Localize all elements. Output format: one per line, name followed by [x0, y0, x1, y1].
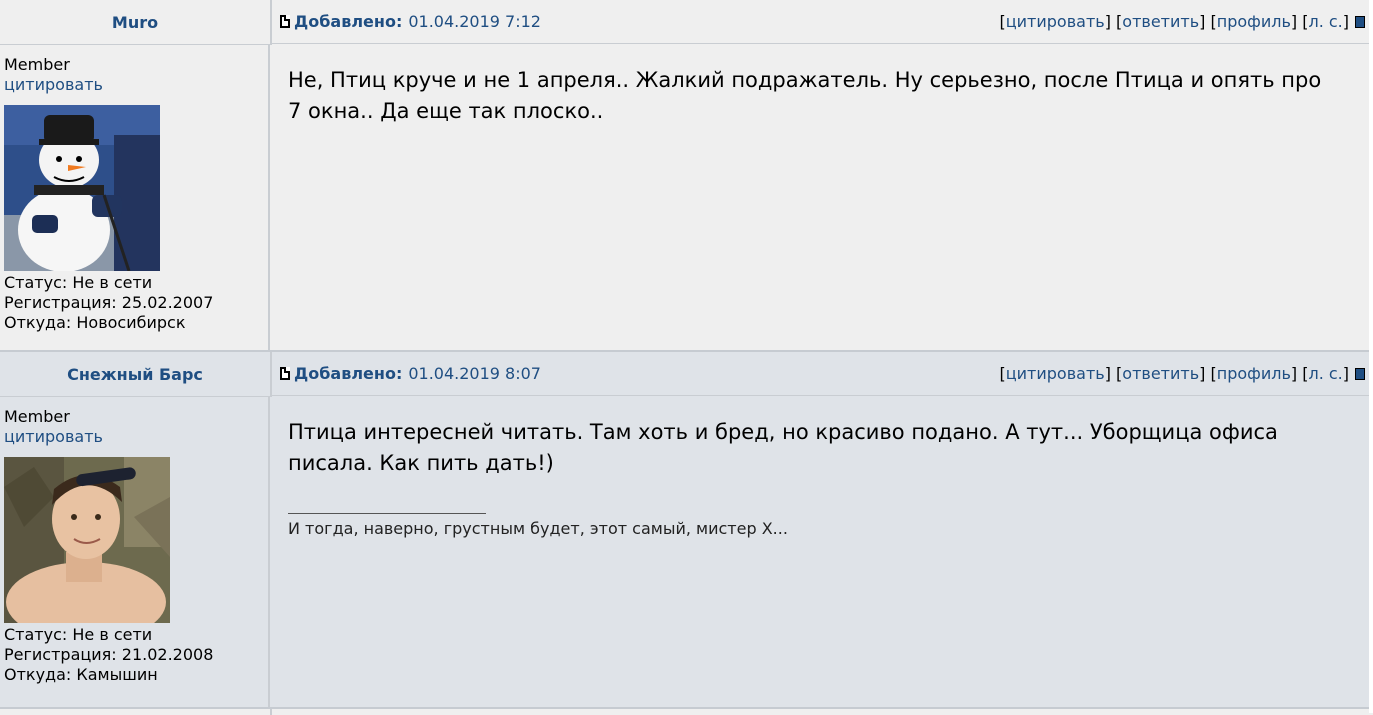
post-date: 01.04.2019 8:07 — [408, 364, 541, 383]
snowman-hockey-avatar — [4, 105, 160, 271]
post-content: Не, Птиц круче и не 1 апреля.. Жалкий по… — [272, 45, 1373, 350]
post-document-icon[interactable] — [280, 15, 290, 28]
profile-button[interactable]: профиль — [1217, 364, 1291, 383]
post-anchor-icon[interactable] — [1355, 15, 1365, 28]
author-info: Member цитировать Статус: Не в сети Реги… — [0, 45, 270, 350]
signature-divider — [288, 501, 486, 514]
author-quote-link[interactable]: цитировать — [4, 75, 264, 95]
post-document-icon[interactable] — [280, 367, 290, 380]
private-message-button[interactable]: л. с. — [1308, 12, 1342, 31]
added-label: Добавлено: — [294, 364, 403, 383]
author-status: Статус: Не в сети — [4, 273, 153, 292]
author-quote-link[interactable]: цитировать — [4, 427, 264, 447]
post-header: Добавлено: 01.04.2019 7:12 [цитировать] … — [272, 0, 1373, 44]
post-anchor-icon[interactable] — [1355, 367, 1365, 380]
author-registration: Регистрация: 25.02.2007 — [4, 293, 214, 312]
added-label: Добавлено: — [294, 12, 403, 31]
author-name[interactable]: Muro — [0, 0, 272, 45]
quote-button[interactable]: цитировать — [1006, 364, 1105, 383]
author-name[interactable]: Снежный Барс — [0, 352, 272, 397]
post-date: 01.04.2019 7:12 — [408, 12, 541, 31]
author-info: Member цитировать Статус: Не в сети Реги… — [0, 397, 270, 707]
author-status: Статус: Не в сети — [4, 625, 153, 644]
forum-post: Снежный Барс Добавлено: 01.04.2019 8:07 … — [0, 350, 1373, 707]
author-rank: Member — [4, 55, 70, 74]
post-text-line: Не, Птиц круче и не 1 апреля.. Жалкий по… — [288, 68, 1322, 92]
author-rank: Member — [4, 407, 70, 426]
post-content: Птица интересней читать. Там хоть и бред… — [272, 397, 1373, 707]
reply-button[interactable]: ответить — [1122, 12, 1199, 31]
private-message-button[interactable]: л. с. — [1308, 364, 1342, 383]
post-text-line: Птица интересней читать. Там хоть и бред… — [288, 420, 1278, 444]
post-text-line: писала. Как пить дать!) — [288, 451, 554, 475]
next-post-edge — [0, 707, 1373, 715]
author-location: Откуда: Новосибирск — [4, 313, 186, 332]
reply-button[interactable]: ответить — [1122, 364, 1199, 383]
signature-text: И тогда, наверно, грустным будет, этот с… — [288, 519, 788, 538]
post-header: Добавлено: 01.04.2019 8:07 [цитировать] … — [272, 352, 1373, 396]
author-location: Откуда: Камышин — [4, 665, 158, 684]
page-edge — [1369, 0, 1373, 713]
person-photo-avatar — [4, 457, 170, 623]
forum-post: Muro Добавлено: 01.04.2019 7:12 [цитиров… — [0, 0, 1373, 350]
profile-button[interactable]: профиль — [1217, 12, 1291, 31]
quote-button[interactable]: цитировать — [1006, 12, 1105, 31]
author-registration: Регистрация: 21.02.2008 — [4, 645, 214, 664]
post-text-line: 7 окна.. Да еще так плоско.. — [288, 99, 604, 123]
column-divider — [270, 709, 272, 715]
